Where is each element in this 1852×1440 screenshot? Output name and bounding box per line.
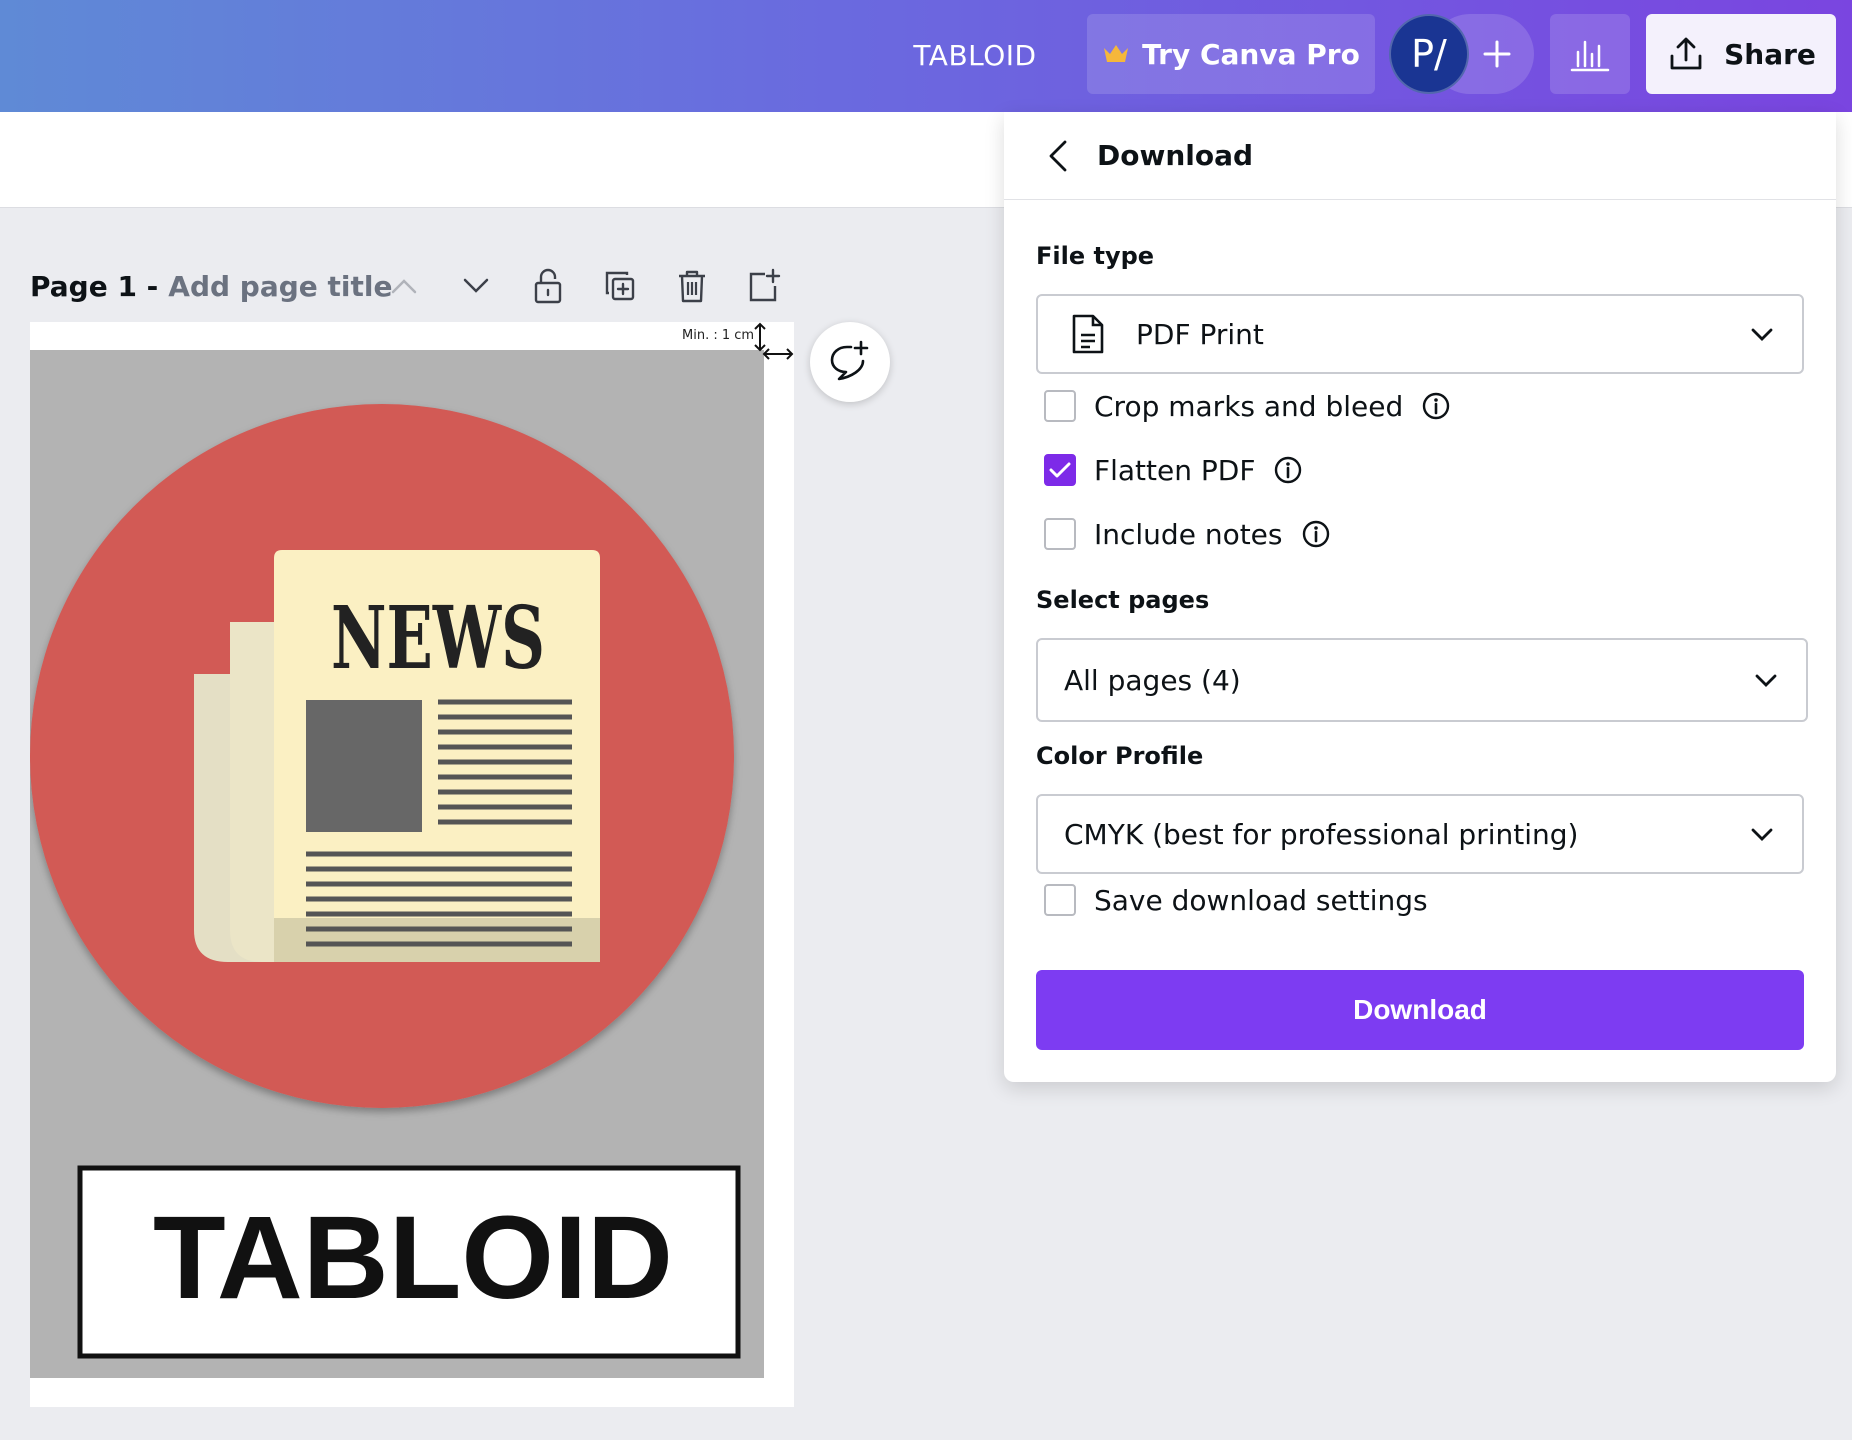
- color-profile-select[interactable]: CMYK (best for professional printing): [1036, 794, 1804, 874]
- comment-add-icon: [830, 340, 869, 381]
- option-include-notes[interactable]: Include notes: [1044, 514, 1331, 554]
- chevron-down-icon: [1751, 328, 1773, 341]
- include-notes-checkbox[interactable]: [1044, 518, 1076, 550]
- move-page-up-button[interactable]: [380, 262, 428, 310]
- trash-icon: [679, 270, 705, 303]
- file-type-select[interactable]: PDF Print: [1036, 294, 1804, 374]
- select-pages-value: All pages (4): [1064, 663, 1241, 697]
- news-headline: NEWS: [331, 588, 545, 689]
- newspaper-bottom-fold: [274, 918, 600, 962]
- add-comment-button[interactable]: [810, 322, 890, 402]
- move-page-down-button[interactable]: [452, 262, 500, 310]
- panel-title: Download: [1097, 139, 1254, 172]
- design-page[interactable]: NEWS TABLOID: [30, 322, 794, 1407]
- plus-icon: [1483, 40, 1511, 68]
- crop-marks-label: Crop marks and bleed: [1094, 389, 1404, 423]
- option-flatten-pdf[interactable]: Flatten PDF: [1044, 450, 1303, 490]
- info-icon[interactable]: [1421, 391, 1451, 421]
- tabloid-banner-text: TABLOID: [153, 1192, 673, 1324]
- duplicate-page-button[interactable]: [596, 262, 644, 310]
- design-artwork: NEWS TABLOID: [30, 404, 741, 1359]
- file-type-label: File type: [1036, 242, 1155, 270]
- design-title[interactable]: TABLOID: [900, 0, 1050, 112]
- option-save-settings[interactable]: Save download settings: [1044, 880, 1428, 920]
- design-background: NEWS TABLOID: [30, 350, 764, 1378]
- download-panel: Download File type PDF Print Crop marks …: [1004, 112, 1836, 1082]
- download-button[interactable]: Download: [1036, 970, 1804, 1050]
- unlock-icon: [534, 268, 562, 304]
- bleed-horizontal-arrow-icon: [762, 348, 794, 360]
- select-pages-label: Select pages: [1036, 586, 1210, 614]
- insights-button[interactable]: [1550, 14, 1630, 94]
- back-button[interactable]: [1038, 136, 1078, 176]
- checkmark-icon: [1049, 462, 1071, 478]
- upload-icon: [1670, 37, 1702, 70]
- avatar[interactable]: P/: [1389, 14, 1469, 94]
- crop-marks-checkbox[interactable]: [1044, 390, 1076, 422]
- add-page-icon: [749, 268, 781, 302]
- try-canva-pro-label: Try Canva Pro: [1142, 37, 1360, 71]
- try-canva-pro-button[interactable]: Try Canva Pro: [1087, 14, 1375, 94]
- bar-chart-icon: [1570, 40, 1610, 72]
- chevron-left-icon: [1049, 140, 1067, 172]
- duplicate-icon: [605, 271, 635, 301]
- info-icon[interactable]: [1301, 519, 1331, 549]
- flatten-pdf-label: Flatten PDF: [1094, 453, 1256, 487]
- newspaper-middle-sheet: [230, 622, 280, 962]
- info-icon[interactable]: [1273, 455, 1303, 485]
- option-crop-marks[interactable]: Crop marks and bleed: [1044, 386, 1451, 426]
- newspaper-photo-block: [306, 700, 422, 832]
- crown-icon: [1104, 45, 1129, 62]
- document-icon: [1072, 314, 1104, 354]
- file-type-value: PDF Print: [1136, 317, 1264, 351]
- page-title-input[interactable]: Add page title: [168, 270, 392, 303]
- share-label: Share: [1724, 37, 1816, 71]
- chevron-up-icon: [391, 279, 417, 294]
- include-notes-label: Include notes: [1094, 517, 1283, 551]
- delete-page-button[interactable]: [668, 262, 716, 310]
- color-profile-value: CMYK (best for professional printing): [1064, 817, 1579, 851]
- select-pages-select[interactable]: All pages (4): [1036, 638, 1808, 722]
- add-page-button[interactable]: [740, 262, 788, 310]
- page-number-label: Page 1 -: [30, 269, 159, 303]
- save-settings-checkbox[interactable]: [1044, 884, 1076, 916]
- flatten-pdf-checkbox[interactable]: [1044, 454, 1076, 486]
- chevron-down-icon: [1755, 674, 1777, 687]
- avatar-initials: P/: [1411, 32, 1447, 76]
- chevron-down-icon: [1751, 828, 1773, 841]
- share-button[interactable]: Share: [1646, 14, 1836, 94]
- page-header: Page 1 - Add page title: [30, 262, 392, 310]
- top-bar: TABLOID Try Canva Pro P/ Share: [0, 0, 1852, 112]
- save-settings-label: Save download settings: [1094, 883, 1428, 917]
- lock-page-button[interactable]: [524, 262, 572, 310]
- bleed-note: Min. : 1 cm: [682, 328, 755, 343]
- color-profile-label: Color Profile: [1036, 742, 1204, 770]
- download-panel-header: Download: [1004, 112, 1836, 200]
- chevron-down-icon: [463, 278, 489, 293]
